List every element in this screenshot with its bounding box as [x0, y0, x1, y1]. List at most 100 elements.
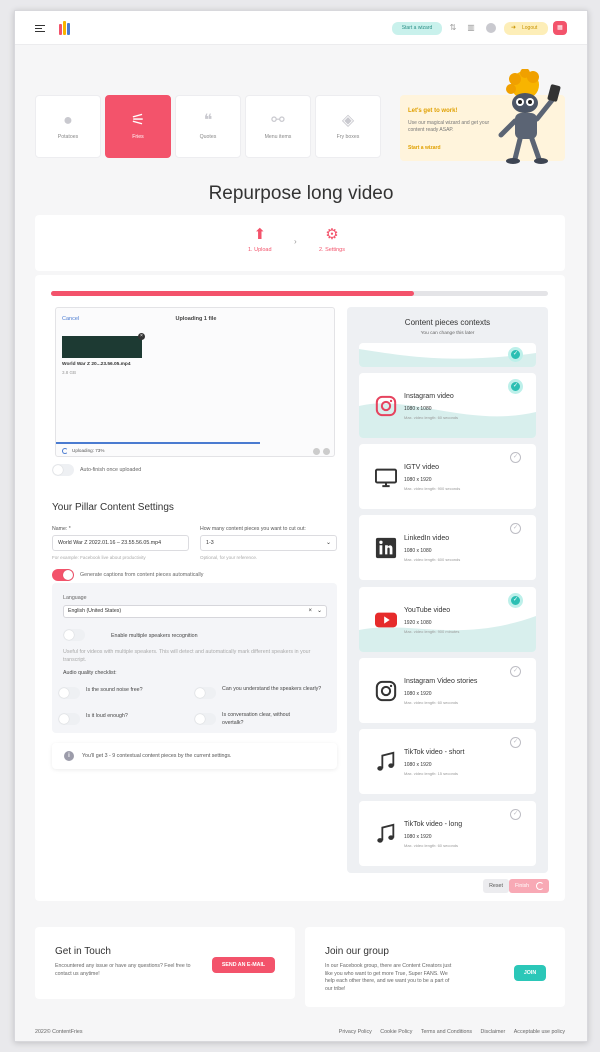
check-icon: ✓ [510, 349, 521, 360]
category-potatoes[interactable]: ● Potatoes [35, 95, 101, 158]
promo-title: Let's get to work! [408, 108, 458, 114]
hamburger-menu-icon[interactable] [35, 25, 45, 32]
copyright: 2022© ContentFries [35, 1029, 83, 1035]
music-note-icon [377, 823, 395, 843]
speakers-hint: Useful for videos with multiple speakers… [63, 649, 311, 663]
wizard-steps: ⬆ 1. Upload › ⚙ 2. Settings [35, 215, 565, 271]
context-card-instagram-stories[interactable]: Instagram Video stories 1080 x 1920 Max.… [359, 658, 536, 723]
settings-heading: Your Pillar Content Settings [52, 502, 174, 513]
content-contexts-panel: Content pieces contexts You can change t… [347, 307, 548, 873]
cancel-icon[interactable] [323, 448, 330, 455]
context-card-instagram-video[interactable]: Instagram video 1080 x 1080 Max. video l… [359, 373, 536, 438]
category-fries[interactable]: ⚟ Fries [105, 95, 171, 158]
clear-icon[interactable]: × [308, 606, 312, 617]
context-card-igtv-video[interactable]: IGTV video 1080 x 1920 Max. video length… [359, 444, 536, 509]
captions-toggle[interactable] [52, 569, 74, 581]
step-settings[interactable]: ⚙ 2. Settings [319, 226, 345, 254]
pieces-select[interactable]: 1-3 ⌄ [200, 535, 337, 551]
context-card-tiktok-short[interactable]: TikTok video - short 1080 x 1920 Max. vi… [359, 729, 536, 794]
privacy-policy-link[interactable]: Privacy Policy [339, 1029, 372, 1035]
stack-icon: ◈ [341, 112, 355, 129]
group-title: Join our group [325, 946, 389, 957]
name-label: Name: * [52, 526, 71, 532]
stats-icon[interactable]: ▥ [466, 23, 476, 33]
category-fry-boxes[interactable]: ◈ Fry boxes [315, 95, 381, 158]
avatar[interactable] [486, 23, 496, 33]
menu-items-icon: ⚯ [271, 112, 285, 129]
context-card-linkedin-video[interactable]: LinkedIn video 1080 x 1080 Max. video le… [359, 515, 536, 580]
potato-icon: ● [63, 112, 73, 129]
finish-button[interactable]: Finish [509, 879, 549, 893]
file-uploader: Cancel Uploading 1 file × World War Z 20… [55, 307, 335, 457]
contact-title: Get in Touch [55, 946, 111, 957]
name-hint: For example: Facebook live about product… [52, 555, 146, 560]
settings-sliders-icon[interactable]: ⇅ [448, 23, 458, 33]
info-text: You'll get 3 - 9 contextual content piec… [82, 753, 232, 759]
qr-code-icon[interactable]: ▦ [553, 21, 567, 35]
robot-mascot-illustration [498, 69, 561, 164]
contact-card: Get in Touch Encountered any issue or ha… [35, 927, 295, 999]
context-card-partial[interactable]: ✓ [359, 343, 536, 367]
join-button[interactable]: JOIN [514, 965, 546, 981]
quote-icon: ❝ [203, 112, 213, 129]
group-card: Join our group In our Facebook group, th… [305, 927, 565, 1007]
acceptable-use-link[interactable]: Acceptable use policy [514, 1029, 565, 1035]
reset-button[interactable]: Reset [483, 879, 509, 893]
conversation-clear-toggle[interactable] [194, 713, 216, 725]
start-wizard-button[interactable]: Start a wizard [392, 22, 442, 35]
chevron-down-icon: ⌄ [316, 608, 322, 614]
video-thumbnail [62, 336, 142, 358]
language-label: Language [63, 595, 87, 601]
contentfries-logo[interactable] [59, 20, 71, 35]
uploader-title: Uploading 1 file [175, 316, 217, 322]
disclaimer-link[interactable]: Disclaimer [481, 1029, 506, 1035]
step-upload[interactable]: ⬆ 1. Upload [248, 227, 272, 254]
understand-speakers-toggle[interactable] [194, 687, 216, 699]
promo-start-wizard-link[interactable]: Start a wizard [408, 145, 441, 151]
youtube-icon [375, 612, 397, 628]
checklist-item: Is conversation clear, without overtalk? [222, 712, 291, 726]
captions-label: Generate captions from content pieces au… [80, 572, 204, 578]
check-icon: ✓ [510, 595, 521, 606]
cookie-policy-link[interactable]: Cookie Policy [380, 1029, 412, 1035]
linkedin-icon [375, 537, 397, 559]
instagram-icon [375, 395, 397, 417]
speakers-label: Enable multiple speakers recognition [111, 633, 198, 639]
remove-file-icon[interactable]: × [138, 333, 145, 340]
language-select[interactable]: English (United States) × ⌄ [63, 605, 327, 618]
top-bar: Start a wizard ⇅ ▥ Logout ▦ [15, 11, 587, 45]
app-window: Start a wizard ⇅ ▥ Logout ▦ ● Potatoes ⚟… [14, 10, 588, 1042]
noise-free-toggle[interactable] [58, 687, 80, 699]
auto-finish-label: Auto-finish once uploaded [80, 467, 142, 473]
category-menu-items[interactable]: ⚯ Menu items [245, 95, 311, 158]
check-icon: ✓ [510, 737, 521, 748]
speakers-toggle[interactable] [63, 629, 85, 641]
contact-text: Encountered any issue or have any questi… [55, 963, 191, 977]
upload-progress-bar [51, 291, 548, 296]
send-email-button[interactable]: SEND AN E-MAIL [212, 957, 275, 973]
context-card-youtube-video[interactable]: YouTube video 1920 x 1080 Max. video len… [359, 587, 536, 652]
checklist-item: Is it loud enough? [86, 713, 128, 719]
info-banner: i You'll get 3 - 9 contextual content pi… [52, 743, 337, 769]
context-card-tiktok-long[interactable]: TikTok video - long 1080 x 1920 Max. vid… [359, 801, 536, 866]
auto-finish-toggle[interactable] [52, 464, 74, 476]
chevron-down-icon: ⌄ [325, 540, 331, 546]
info-icon: i [64, 751, 74, 761]
check-icon: ✓ [510, 381, 521, 392]
checklist-title: Audio quality checklist: [63, 670, 117, 676]
check-icon: ✓ [510, 809, 521, 820]
upload-progress-fill [51, 291, 414, 296]
repurpose-panel: Cancel Uploading 1 file × World War Z 20… [35, 275, 565, 901]
chevron-right-icon: › [294, 237, 297, 246]
terms-link[interactable]: Terms and Conditions [421, 1029, 472, 1035]
check-icon: ✓ [510, 666, 521, 677]
gear-icon: ⚙ [325, 226, 339, 243]
pause-icon[interactable] [313, 448, 320, 455]
file-size: 3.8 GB [62, 370, 77, 375]
logout-button[interactable]: Logout [504, 22, 548, 35]
pieces-hint: Optional, for your reference. [200, 555, 258, 560]
page-title: Repurpose long video [208, 183, 394, 204]
category-quotes[interactable]: ❝ Quotes [175, 95, 241, 158]
name-input[interactable]: World War Z 2022.01.16 – 23.55.56.05.mp4 [52, 535, 189, 551]
loud-enough-toggle[interactable] [58, 713, 80, 725]
